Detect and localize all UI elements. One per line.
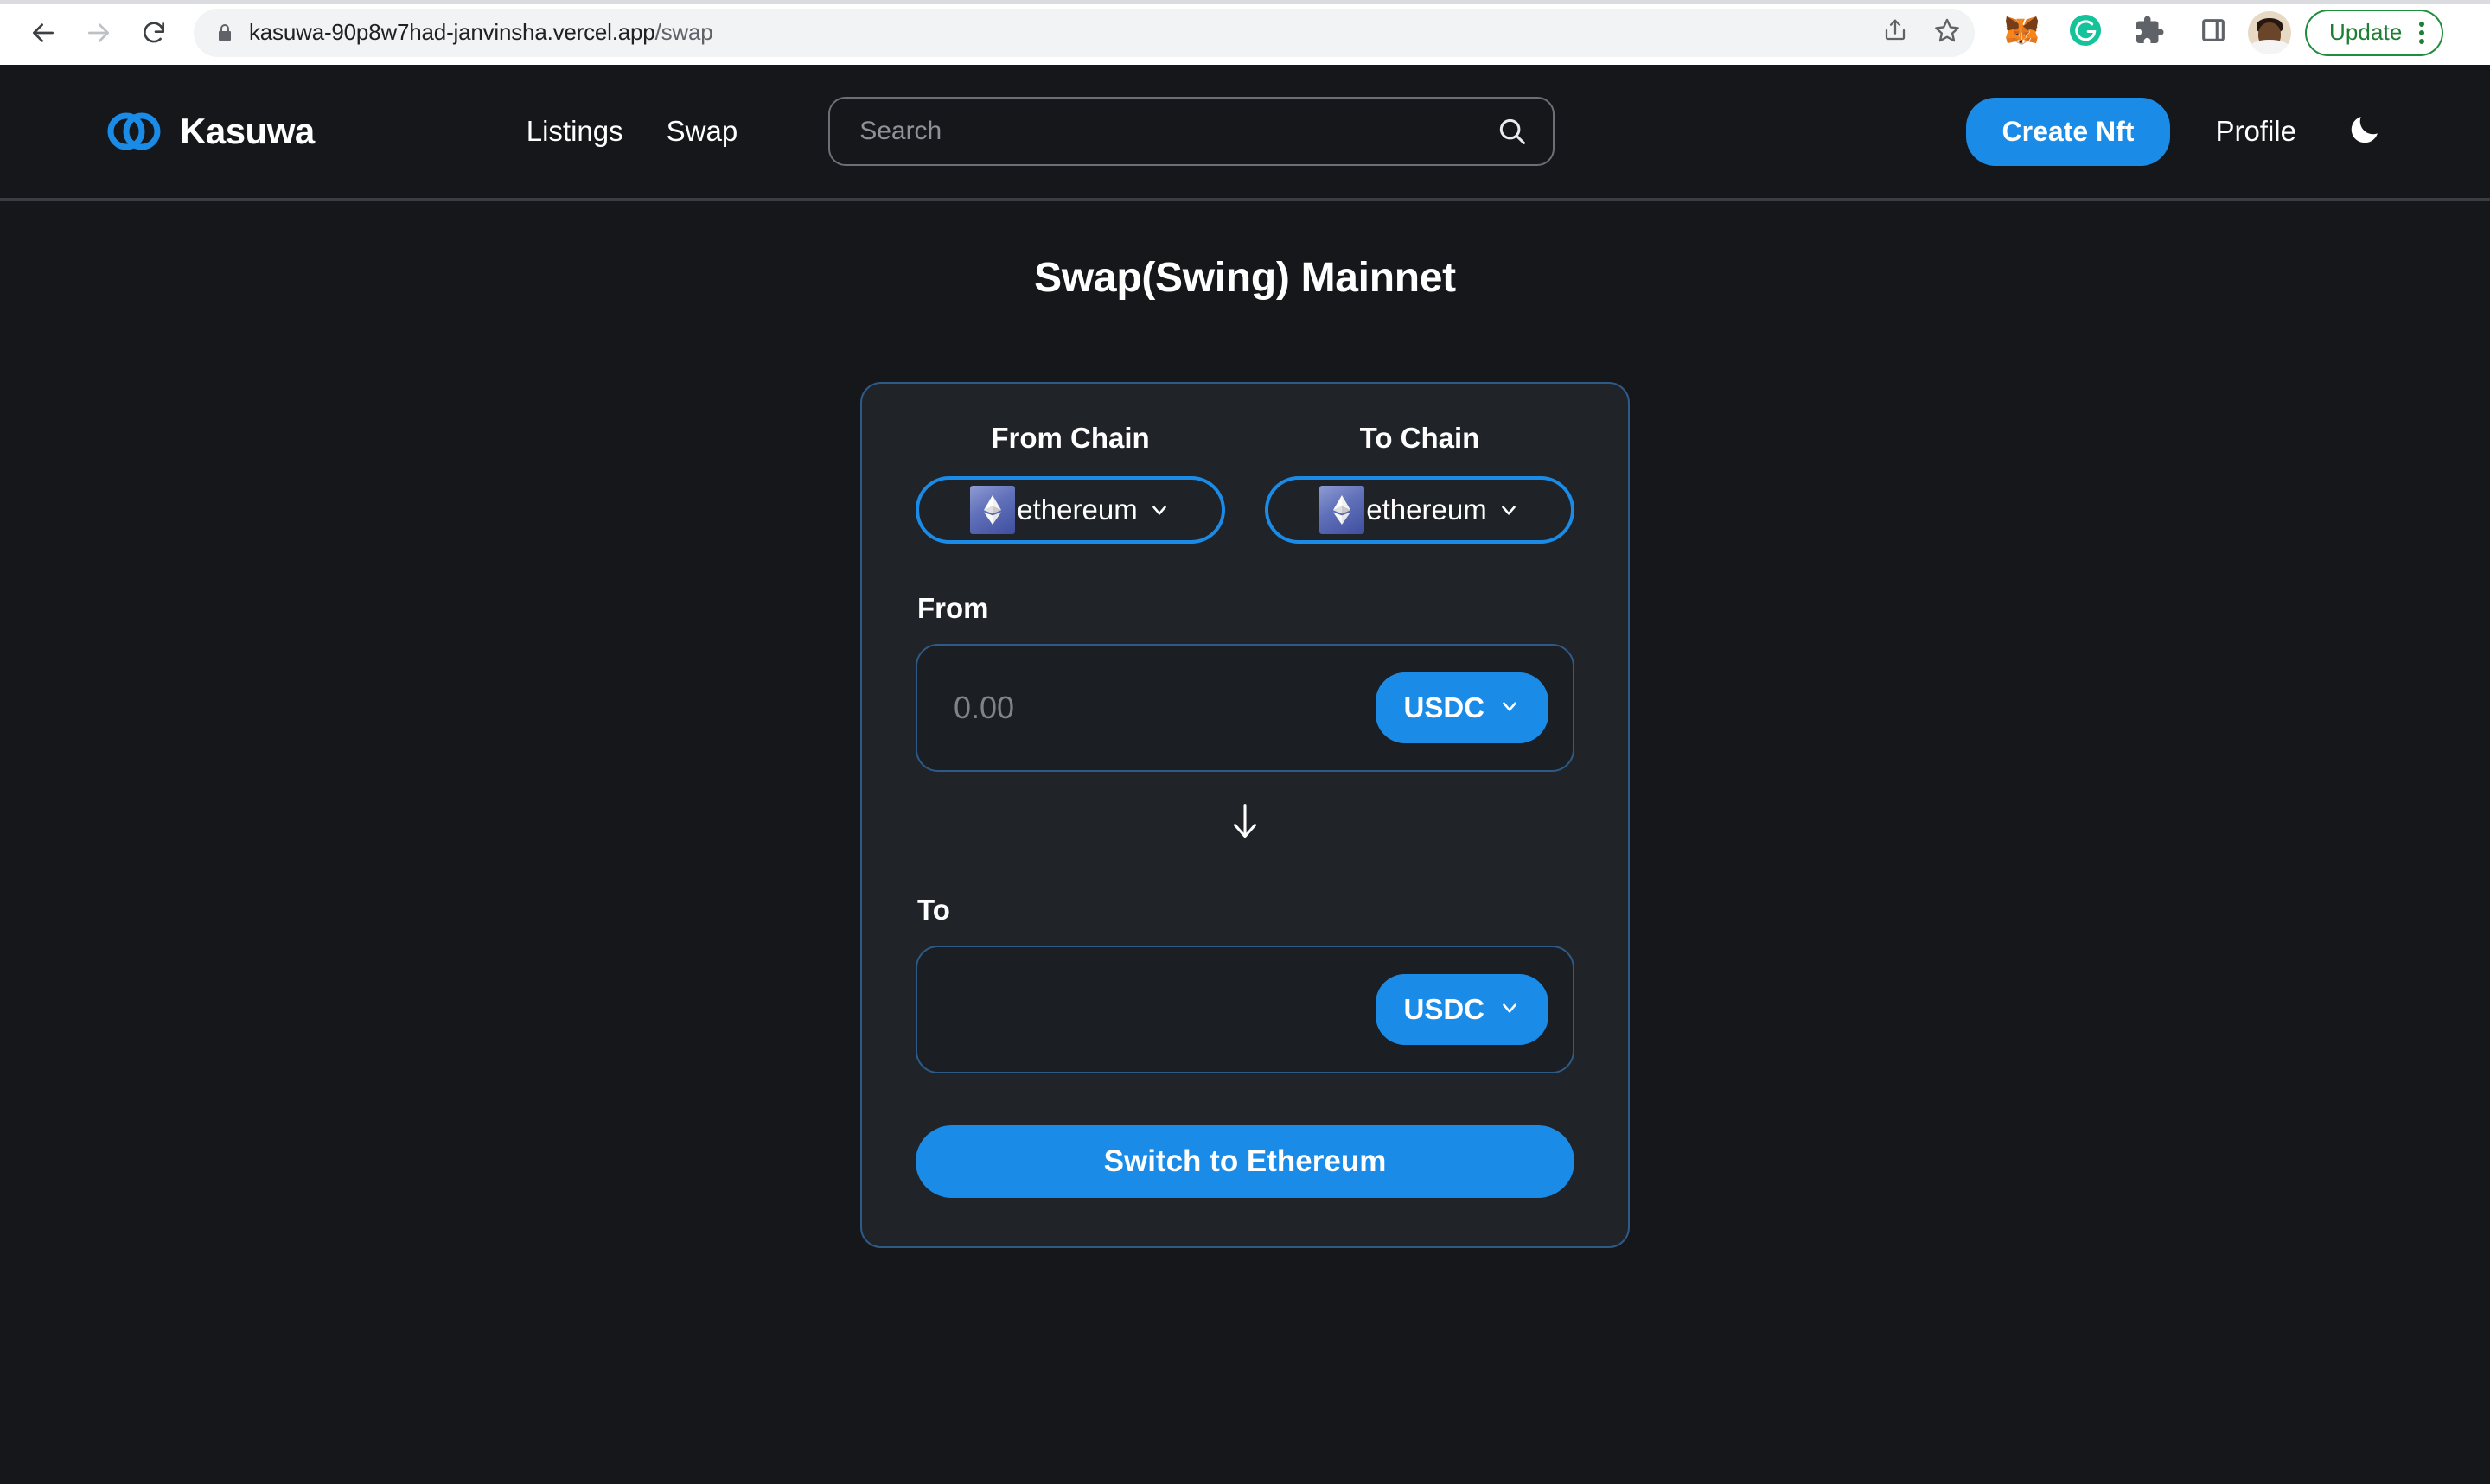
ethereum-icon xyxy=(970,486,1016,534)
omnibox-actions xyxy=(1871,9,1971,57)
from-field-label: From xyxy=(917,592,989,624)
from-token-label: USDC xyxy=(1403,691,1484,723)
avatar-body xyxy=(2250,39,2289,54)
from-chain-group: From Chain ethereum xyxy=(916,422,1225,544)
url-path: /swap xyxy=(654,19,713,45)
from-amount-input[interactable] xyxy=(954,690,1376,726)
back-button[interactable] xyxy=(19,9,67,57)
forward-button[interactable] xyxy=(74,9,123,57)
search-input[interactable] xyxy=(859,117,1497,146)
kebab-menu-icon[interactable] xyxy=(2414,21,2429,44)
kasuwa-rings-logo xyxy=(107,107,161,156)
to-amount-input[interactable] xyxy=(954,991,1376,1028)
star-icon xyxy=(1933,16,1961,48)
to-field-label: To xyxy=(917,894,950,926)
update-button-label: Update xyxy=(2329,19,2403,45)
puzzle-piece-icon xyxy=(2134,15,2165,50)
forward-arrow-icon xyxy=(85,19,112,47)
side-panel-icon xyxy=(2199,16,2228,49)
to-amount-box[interactable]: USDC xyxy=(916,946,1574,1073)
to-chain-select[interactable]: ethereum xyxy=(1265,476,1574,544)
theme-toggle-button[interactable] xyxy=(2341,108,2388,155)
back-arrow-icon xyxy=(29,19,57,47)
arrow-down-icon xyxy=(1229,801,1261,845)
url-host: kasuwa-90p8w7had-janvinsha.vercel.app xyxy=(249,19,655,45)
from-amount-box[interactable]: USDC xyxy=(916,644,1574,772)
primary-nav: Listings Swap xyxy=(527,115,737,148)
nav-item-swap[interactable]: Swap xyxy=(667,115,738,148)
extension-icons xyxy=(1997,9,2238,57)
search-bar[interactable] xyxy=(828,97,1555,166)
to-chain-label: To Chain xyxy=(1359,422,1480,454)
from-chain-label: From Chain xyxy=(991,422,1150,454)
chevron-down-icon xyxy=(1498,691,1521,724)
to-token-select[interactable]: USDC xyxy=(1376,974,1548,1045)
from-chain-select[interactable]: ethereum xyxy=(916,476,1225,544)
to-token-label: USDC xyxy=(1403,993,1484,1025)
main-content: Swap(Swing) Mainnet From Chain ethereum … xyxy=(0,201,2490,1248)
profile-avatar[interactable] xyxy=(2248,10,2291,54)
nav-item-listings[interactable]: Listings xyxy=(527,115,623,148)
from-chain-value: ethereum xyxy=(1017,494,1138,525)
profile-link[interactable]: Profile xyxy=(2215,115,2296,148)
side-panel-button[interactable] xyxy=(2189,9,2238,57)
update-button[interactable]: Update xyxy=(2305,9,2444,56)
reload-button[interactable] xyxy=(130,9,178,57)
to-chain-value: ethereum xyxy=(1366,494,1487,525)
search-icon[interactable] xyxy=(1496,115,1529,148)
ethereum-icon xyxy=(1319,486,1365,534)
swap-card: From Chain ethereum To Chain ethereum Fr… xyxy=(860,382,1630,1248)
brand[interactable]: Kasuwa xyxy=(107,107,315,156)
chain-selector-row: From Chain ethereum To Chain ethereum xyxy=(916,422,1574,544)
brand-name: Kasuwa xyxy=(180,111,315,151)
from-token-select[interactable]: USDC xyxy=(1376,672,1548,743)
url-text: kasuwa-90p8w7had-janvinsha.vercel.app/sw… xyxy=(249,19,713,46)
share-button[interactable] xyxy=(1871,9,1919,57)
switch-network-button[interactable]: Switch to Ethereum xyxy=(916,1125,1574,1198)
browser-nav-buttons xyxy=(19,9,178,57)
metamask-fox-icon xyxy=(2005,15,2039,50)
moon-icon xyxy=(2346,111,2383,152)
extensions-button[interactable] xyxy=(2125,9,2174,57)
chevron-down-icon xyxy=(1498,993,1521,1026)
chevron-down-icon xyxy=(1497,499,1520,521)
bookmark-button[interactable] xyxy=(1923,9,1971,57)
browser-toolbar: kasuwa-90p8w7had-janvinsha.vercel.app/sw… xyxy=(0,0,2490,65)
grammarly-button[interactable] xyxy=(2061,9,2110,57)
swap-direction-arrow[interactable] xyxy=(916,801,1574,845)
create-nft-button[interactable]: Create Nft xyxy=(1965,97,2171,166)
site-header: Kasuwa Listings Swap Create Nft Profile xyxy=(0,65,2490,201)
grammarly-icon xyxy=(2069,14,2102,51)
lock-icon xyxy=(214,22,235,44)
metamask-button[interactable] xyxy=(1997,9,2046,57)
share-icon xyxy=(1882,17,1908,48)
reload-icon xyxy=(140,19,168,47)
chevron-down-icon xyxy=(1148,499,1171,521)
to-chain-group: To Chain ethereum xyxy=(1265,422,1574,544)
page-title: Swap(Swing) Mainnet xyxy=(1034,255,1456,301)
header-actions: Create Nft Profile xyxy=(1965,97,2388,166)
address-bar[interactable]: kasuwa-90p8w7had-janvinsha.vercel.app/sw… xyxy=(194,8,1975,57)
